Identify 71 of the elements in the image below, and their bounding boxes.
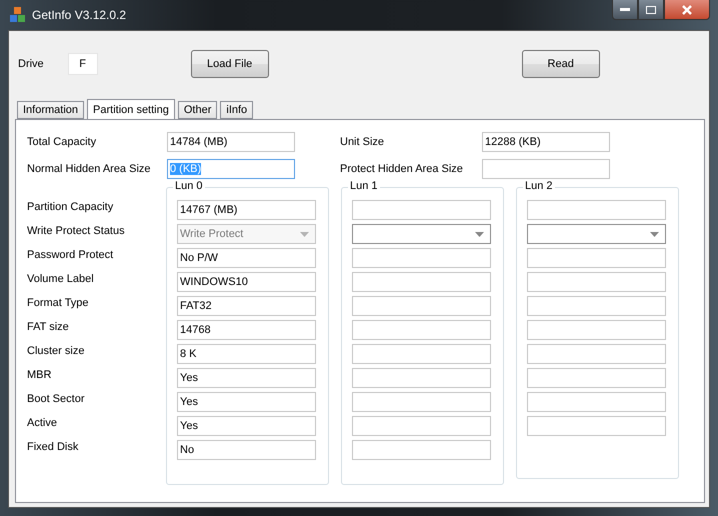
input-field[interactable] (352, 344, 491, 364)
tab[interactable]: iInfo (220, 101, 254, 119)
field-label: Protect Hidden Area Size (340, 163, 464, 175)
caret-icon (650, 232, 659, 237)
dropdown[interactable] (352, 224, 491, 244)
dropdown[interactable] (527, 224, 666, 244)
input-field[interactable]: Yes (177, 392, 316, 412)
read-button[interactable]: Read (522, 50, 600, 78)
row-label: Partition Capacity (27, 201, 114, 213)
caret-icon (300, 232, 309, 237)
input-field[interactable] (352, 368, 491, 388)
input-field[interactable] (527, 320, 666, 340)
group-title: Lun 2 (523, 180, 555, 192)
row-label: Active (27, 417, 57, 429)
minimize-button[interactable] (612, 0, 638, 20)
minimize-icon (620, 8, 630, 11)
input-field[interactable]: 8 K (177, 344, 316, 364)
input-field[interactable] (482, 159, 610, 179)
field-label: Total Capacity (27, 136, 98, 148)
input-field[interactable] (352, 296, 491, 316)
group-title: Lun 1 (348, 180, 380, 192)
row-label: Boot Sector (27, 393, 84, 405)
row-label: Cluster size (27, 345, 84, 357)
group-title: Lun 0 (173, 180, 205, 192)
row-label: Volume Label (27, 273, 94, 285)
input-field[interactable] (527, 368, 666, 388)
input-field[interactable] (527, 416, 666, 436)
input-field[interactable] (352, 320, 491, 340)
maximize-button[interactable] (638, 0, 664, 20)
row-label: Fixed Disk (27, 441, 78, 453)
row-label: MBR (27, 369, 52, 381)
input-field[interactable]: WINDOWS10 (177, 272, 316, 292)
input-field[interactable] (352, 416, 491, 436)
close-button[interactable] (664, 0, 710, 20)
input-field[interactable] (527, 344, 666, 364)
input-field[interactable] (352, 272, 491, 292)
tab[interactable]: Partition setting (87, 99, 175, 120)
caret-icon (475, 232, 484, 237)
input-field[interactable]: No P/W (177, 248, 316, 268)
tab[interactable]: Other (178, 101, 218, 119)
input-field[interactable] (352, 200, 491, 220)
input-field[interactable] (527, 272, 666, 292)
field-label: Normal Hidden Area Size (27, 163, 152, 175)
row-label: Write Protect Status (27, 225, 125, 237)
input-field[interactable] (527, 392, 666, 412)
tab[interactable]: Information (17, 101, 84, 119)
input-field[interactable]: 14784 (MB) (167, 132, 295, 152)
input-field[interactable] (352, 440, 491, 460)
input-field[interactable] (352, 248, 491, 268)
input-field[interactable] (527, 248, 666, 268)
row-label: Format Type (27, 297, 89, 309)
input-field[interactable]: FAT32 (177, 296, 316, 316)
load-file-button[interactable]: Load File (190, 50, 269, 78)
input-field[interactable] (527, 296, 666, 316)
drive-label: Drive (18, 58, 44, 70)
close-icon (682, 4, 692, 14)
input-field[interactable] (527, 200, 666, 220)
input-field[interactable]: Yes (177, 416, 316, 436)
input-field[interactable] (352, 392, 491, 412)
field-label: Unit Size (340, 136, 386, 148)
drive-field[interactable]: F (68, 53, 98, 75)
input-field[interactable]: 14768 (177, 320, 316, 340)
app-icon (10, 7, 26, 23)
window-title: GetInfo V3.12.0.2 (32, 8, 126, 22)
row-label: FAT size (27, 321, 69, 333)
input-field[interactable]: 12288 (KB) (482, 132, 610, 152)
row-label: Password Protect (27, 249, 114, 261)
input-field[interactable]: Yes (177, 368, 316, 388)
input-field[interactable]: 14767 (MB) (177, 200, 316, 220)
input-field[interactable]: No (177, 440, 316, 460)
maximize-icon (646, 6, 656, 14)
